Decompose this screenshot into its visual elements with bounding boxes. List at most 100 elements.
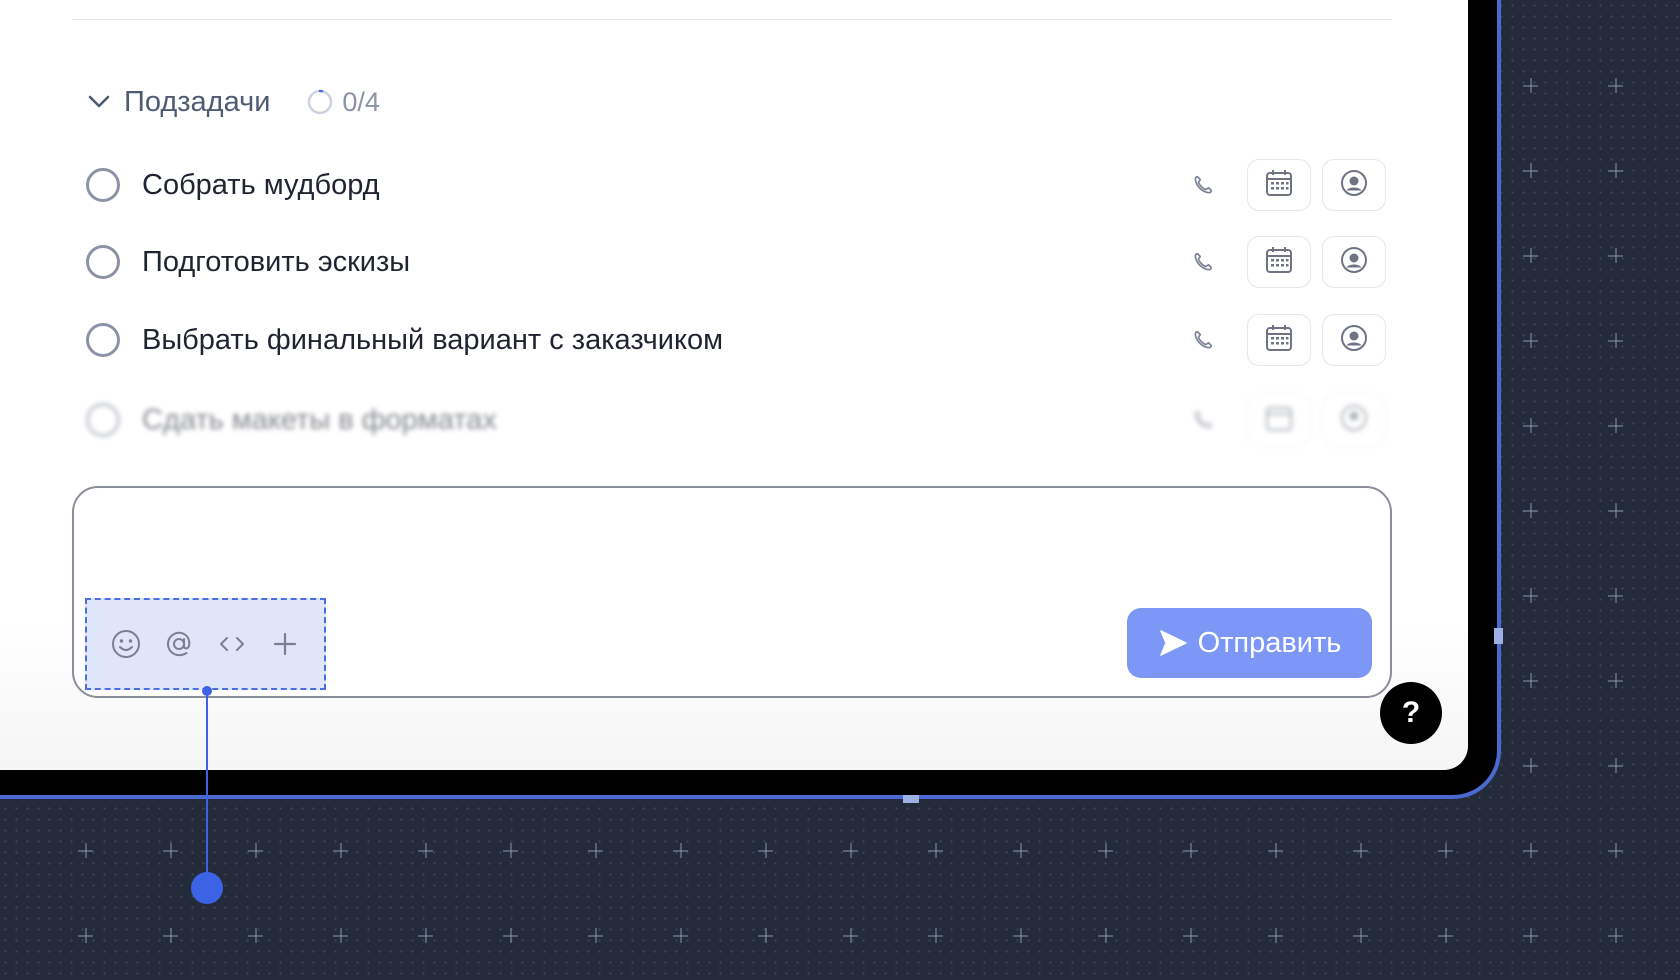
subtask-label[interactable]: Собрать мудборд: [142, 169, 1189, 202]
grid-plus-mark: [1608, 503, 1623, 518]
subtask-checkbox[interactable]: [86, 245, 120, 279]
grid-plus-mark: [1608, 673, 1623, 688]
grid-plus-mark: [758, 928, 773, 943]
subtasks-header[interactable]: Подзадачи 0/4: [86, 82, 380, 122]
subtask-row[interactable]: Выбрать финальный вариант с заказчиком: [86, 310, 1386, 370]
grid-plus-mark: [1013, 928, 1028, 943]
grid-plus-mark: [418, 843, 433, 858]
grid-plus-mark: [418, 928, 433, 943]
grid-plus-mark: [843, 843, 858, 858]
at-sign-icon[interactable]: [162, 627, 196, 661]
chevron-down-icon[interactable]: [86, 89, 112, 115]
grid-plus-mark: [248, 928, 263, 943]
calendar-icon: [1264, 245, 1294, 280]
grid-plus-mark: [503, 928, 518, 943]
calendar-icon: [1264, 403, 1294, 438]
due-date-button[interactable]: [1247, 236, 1311, 288]
grid-plus-mark: [248, 843, 263, 858]
grid-plus-mark: [1523, 588, 1538, 603]
calendar-icon: [1264, 168, 1294, 203]
grid-plus-mark: [163, 843, 178, 858]
user-icon: [1339, 168, 1369, 203]
grid-plus-mark: [843, 928, 858, 943]
grid-plus-mark: [928, 843, 943, 858]
phone-icon[interactable]: [1189, 326, 1217, 354]
grid-plus-mark: [78, 928, 93, 943]
grid-plus-mark: [588, 928, 603, 943]
grid-plus-mark: [1013, 843, 1028, 858]
subtask-checkbox[interactable]: [86, 323, 120, 357]
grid-plus-mark: [1608, 248, 1623, 263]
callout-line: [206, 690, 208, 887]
code-icon[interactable]: [215, 627, 249, 661]
assignee-button[interactable]: [1322, 159, 1386, 211]
grid-plus-mark: [1608, 588, 1623, 603]
grid-plus-mark: [673, 843, 688, 858]
assignee-button[interactable]: [1322, 314, 1386, 366]
grid-plus-mark: [1608, 843, 1623, 858]
grid-plus-mark: [78, 843, 93, 858]
help-button[interactable]: ?: [1380, 682, 1442, 744]
send-icon: [1159, 630, 1187, 656]
grid-plus-mark: [1523, 163, 1538, 178]
subtask-label[interactable]: Выбрать финальный вариант с заказчиком: [142, 324, 1189, 357]
subtask-row[interactable]: Подготовить эскизы: [86, 232, 1386, 292]
subtasks-title: Подзадачи: [124, 85, 271, 118]
grid-plus-mark: [1183, 928, 1198, 943]
user-icon: [1339, 323, 1369, 358]
assignee-button[interactable]: [1322, 394, 1386, 446]
grid-plus-mark: [333, 928, 348, 943]
composer-toolbar: [85, 598, 326, 690]
grid-plus-mark: [1268, 843, 1283, 858]
grid-plus-mark: [1523, 673, 1538, 688]
grid-plus-mark: [1608, 333, 1623, 348]
grid-plus-mark: [1523, 78, 1538, 93]
send-button-label: Отправить: [1197, 626, 1342, 659]
grid-plus-mark: [1268, 928, 1283, 943]
grid-plus-mark: [1523, 333, 1538, 348]
subtask-label[interactable]: Сдать макеты в форматах: [142, 404, 1189, 437]
subtask-row[interactable]: Собрать мудборд: [86, 155, 1386, 215]
due-date-button[interactable]: [1247, 314, 1311, 366]
grid-plus-mark: [163, 928, 178, 943]
grid-plus-mark: [1438, 843, 1453, 858]
subtask-row[interactable]: Сдать макеты в форматах: [86, 390, 1386, 450]
device-bottom-notch: [903, 795, 919, 803]
grid-plus-mark: [588, 843, 603, 858]
grid-plus-mark: [1098, 928, 1113, 943]
subtasks-progress: 0/4: [306, 87, 380, 118]
grid-plus-mark: [928, 928, 943, 943]
user-icon: [1339, 403, 1369, 438]
subtask-checkbox[interactable]: [86, 168, 120, 202]
due-date-button[interactable]: [1247, 159, 1311, 211]
calendar-icon: [1264, 323, 1294, 358]
plus-icon[interactable]: [268, 627, 302, 661]
subtasks-progress-count: 0/4: [342, 86, 380, 117]
smiley-icon[interactable]: [109, 627, 143, 661]
app-screen: Подзадачи 0/4 Собрать мудборд Подготовит…: [0, 0, 1468, 770]
divider: [72, 19, 1392, 20]
grid-plus-mark: [503, 843, 518, 858]
assignee-button[interactable]: [1322, 236, 1386, 288]
grid-plus-mark: [673, 928, 688, 943]
grid-plus-mark: [1353, 928, 1368, 943]
callout-marker: [191, 872, 223, 904]
phone-icon[interactable]: [1189, 248, 1217, 276]
due-date-button[interactable]: [1247, 394, 1311, 446]
phone-icon[interactable]: [1189, 171, 1217, 199]
grid-plus-mark: [1523, 758, 1538, 773]
grid-plus-mark: [1183, 843, 1198, 858]
grid-plus-mark: [333, 843, 348, 858]
user-icon: [1339, 245, 1369, 280]
subtask-label[interactable]: Подготовить эскизы: [142, 246, 1189, 279]
device-side-notch: [1494, 628, 1503, 644]
send-button[interactable]: Отправить: [1127, 608, 1372, 678]
grid-plus-mark: [1608, 928, 1623, 943]
grid-plus-mark: [1608, 418, 1623, 433]
grid-plus-mark: [1353, 843, 1368, 858]
subtask-checkbox[interactable]: [86, 403, 120, 437]
grid-plus-mark: [1098, 843, 1113, 858]
callout-anchor: [202, 686, 212, 696]
phone-icon[interactable]: [1189, 406, 1217, 434]
grid-plus-mark: [1608, 163, 1623, 178]
